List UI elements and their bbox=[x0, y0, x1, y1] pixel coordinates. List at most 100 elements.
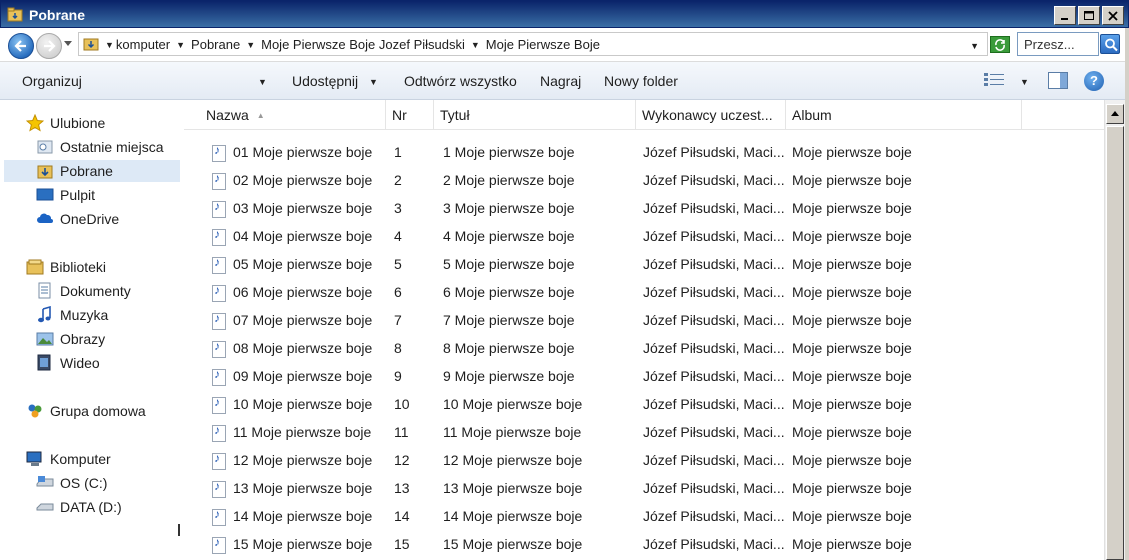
table-row[interactable]: 08 Moje pierwsze boje 8 8 Moje pierwsze bo… bbox=[184, 335, 1104, 363]
table-row[interactable]: 03 Moje pierwsze boje 3 3 Moje pierwsze bo… bbox=[184, 195, 1104, 223]
search-field[interactable] bbox=[1017, 32, 1099, 56]
nav-documents[interactable]: Dokumenty bbox=[36, 280, 131, 302]
table-row[interactable]: 10 Moje pierwsze boje 10 10 Moje pierwsze … bbox=[184, 391, 1104, 419]
folder-icon bbox=[7, 7, 23, 22]
nav-favorites[interactable]: Ulubione bbox=[26, 112, 105, 134]
close-button[interactable] bbox=[1102, 6, 1124, 25]
history-dropdown-icon[interactable] bbox=[64, 41, 72, 47]
audio-file-icon bbox=[212, 339, 226, 358]
breadcrumb-arrow-icon[interactable]: ▼ bbox=[105, 40, 114, 50]
nav-desktop[interactable]: Pulpit bbox=[36, 184, 95, 206]
scroll-up-button[interactable] bbox=[1106, 104, 1124, 124]
table-row[interactable]: 05 Moje pierwsze boje 5 5 Moje pierwsze bo… bbox=[184, 251, 1104, 279]
table-row[interactable]: 06 Moje pierwsze boje 6 6 Moje pierwsze bo… bbox=[184, 279, 1104, 307]
address-bar[interactable]: ▼ komputer ▼ Pobrane ▼ Moje Pierwsze Boj… bbox=[78, 32, 988, 56]
refresh-button[interactable] bbox=[990, 36, 1010, 53]
nav-downloads[interactable]: Pobrane bbox=[4, 160, 180, 182]
forward-button[interactable] bbox=[36, 33, 62, 59]
maximize-button[interactable] bbox=[1078, 6, 1100, 25]
column-label: Wykonawcy uczest... bbox=[642, 107, 773, 123]
breadcrumb-arrow-icon[interactable]: ▼ bbox=[471, 40, 480, 50]
column-header-album[interactable]: Album bbox=[786, 100, 1022, 130]
table-row[interactable]: 07 Moje pierwsze boje 7 7 Moje pierwsze bo… bbox=[184, 307, 1104, 335]
nav-drive-c[interactable]: OS (C:) bbox=[36, 472, 107, 494]
back-button[interactable] bbox=[8, 33, 34, 59]
pane-splitter[interactable] bbox=[178, 524, 180, 536]
audio-file-icon bbox=[212, 395, 226, 414]
nav-music[interactable]: Muzyka bbox=[36, 304, 108, 326]
new-folder-button[interactable]: Nowy folder bbox=[604, 73, 678, 89]
album-cell: Moje pierwsze boje bbox=[792, 200, 912, 216]
breadcrumb-item[interactable]: komputer bbox=[116, 37, 170, 52]
share-dropdown-icon[interactable]: ▼ bbox=[369, 77, 378, 87]
track-number-cell: 7 bbox=[394, 312, 402, 328]
column-header-nr[interactable]: Nr bbox=[386, 100, 434, 130]
scroll-thumb[interactable] bbox=[1106, 126, 1124, 560]
minimize-icon bbox=[1061, 17, 1068, 20]
file-name-cell: 11 Moje pierwsze boje bbox=[233, 424, 372, 440]
search-button[interactable] bbox=[1100, 34, 1120, 54]
nav-label: Ulubione bbox=[50, 115, 106, 131]
drive-icon bbox=[36, 476, 54, 487]
album-cell: Moje pierwsze boje bbox=[792, 284, 912, 300]
title-bar[interactable]: Pobrane bbox=[0, 0, 1129, 28]
search-input[interactable] bbox=[1018, 33, 1096, 55]
downloads-folder-icon bbox=[37, 165, 53, 179]
nav-videos[interactable]: Wideo bbox=[36, 352, 100, 374]
computer-icon bbox=[26, 451, 42, 466]
column-header-title[interactable]: Tytuł bbox=[434, 100, 636, 130]
table-row[interactable]: 13 Moje pierwsze boje 13 13 Moje pierwsze … bbox=[184, 475, 1104, 503]
nav-computer[interactable]: Komputer bbox=[26, 448, 111, 470]
libraries-icon bbox=[26, 259, 44, 275]
nav-label: Wideo bbox=[60, 355, 100, 371]
organize-dropdown-icon[interactable]: ▼ bbox=[258, 77, 267, 87]
column-header-artists[interactable]: Wykonawcy uczest... bbox=[636, 100, 786, 130]
title-cell: 3 Moje pierwsze boje bbox=[443, 200, 575, 216]
table-row[interactable]: 11 Moje pierwsze boje 11 11 Moje pierwsze … bbox=[184, 419, 1104, 447]
nav-drive-d[interactable]: DATA (D:) bbox=[36, 496, 122, 518]
title-cell: 13 Moje pierwsze boje bbox=[443, 480, 583, 496]
burn-button[interactable]: Nagraj bbox=[540, 73, 581, 89]
vertical-scrollbar[interactable] bbox=[1104, 100, 1125, 560]
share-button[interactable]: Udostępnij bbox=[292, 73, 358, 89]
table-row[interactable]: 01 Moje pierwsze boje 1 1 Moje pierwsze bo… bbox=[184, 139, 1104, 167]
breadcrumb-item[interactable]: Moje Pierwsze Boje bbox=[486, 37, 600, 52]
nav-homegroup[interactable]: Grupa domowa bbox=[26, 400, 146, 422]
table-row[interactable]: 09 Moje pierwsze boje 9 9 Moje pierwsze bo… bbox=[184, 363, 1104, 391]
table-row[interactable]: 15 Moje pierwsze boje 15 15 Moje pierwsze … bbox=[184, 531, 1104, 559]
column-header-name[interactable]: Nazwa ▲ bbox=[200, 100, 386, 130]
minimize-button[interactable] bbox=[1054, 6, 1076, 25]
album-cell: Moje pierwsze boje bbox=[792, 228, 912, 244]
organize-button[interactable]: Organizuj bbox=[22, 73, 82, 89]
nav-label: OneDrive bbox=[60, 211, 120, 227]
window-title: Pobrane bbox=[29, 7, 86, 23]
nav-onedrive[interactable]: OneDrive bbox=[36, 208, 119, 230]
breadcrumb-arrow-icon[interactable]: ▼ bbox=[176, 40, 185, 50]
breadcrumb-arrow-icon[interactable]: ▼ bbox=[246, 40, 255, 50]
nav-recent-places[interactable]: Ostatnie miejsca bbox=[36, 136, 163, 158]
nav-libraries[interactable]: Biblioteki bbox=[26, 256, 106, 278]
refresh-icon bbox=[995, 39, 1005, 51]
breadcrumb-item[interactable]: Moje Pierwsze Boje Jozef Piłsudski bbox=[261, 37, 465, 52]
artists-cell: Józef Piłsudski, Maci... bbox=[643, 508, 785, 524]
play-all-button[interactable]: Odtwórz wszystko bbox=[404, 73, 517, 89]
title-cell: 10 Moje pierwsze boje bbox=[443, 396, 583, 412]
nav-label: Komputer bbox=[50, 451, 111, 467]
table-row[interactable]: 04 Moje pierwsze boje 4 4 Moje pierwsze bo… bbox=[184, 223, 1104, 251]
details-view-icon[interactable] bbox=[984, 72, 1004, 89]
preview-pane-icon[interactable] bbox=[1048, 72, 1068, 89]
audio-file-icon bbox=[212, 311, 226, 330]
table-row[interactable]: 14 Moje pierwsze boje 14 14 Moje pierwsze … bbox=[184, 503, 1104, 531]
artists-cell: Józef Piłsudski, Maci... bbox=[643, 368, 785, 384]
table-row[interactable]: 02 Moje pierwsze boje 2 2 Moje pierwsze bo… bbox=[184, 167, 1104, 195]
file-name-cell: 05 Moje pierwsze boje bbox=[233, 256, 373, 272]
address-dropdown-icon[interactable]: ▼ bbox=[970, 41, 979, 51]
help-icon[interactable]: ? bbox=[1084, 71, 1104, 91]
breadcrumb-item[interactable]: Pobrane bbox=[191, 37, 240, 52]
table-row[interactable]: 12 Moje pierwsze boje 12 12 Moje pierwsze … bbox=[184, 447, 1104, 475]
track-number-cell: 6 bbox=[394, 284, 402, 300]
view-dropdown-icon[interactable]: ▼ bbox=[1020, 77, 1029, 87]
nav-pictures[interactable]: Obrazy bbox=[36, 328, 105, 350]
column-label: Nazwa bbox=[206, 107, 249, 123]
breadcrumb: ▼ komputer ▼ Pobrane ▼ Moje Pierwsze Boj… bbox=[105, 37, 600, 52]
